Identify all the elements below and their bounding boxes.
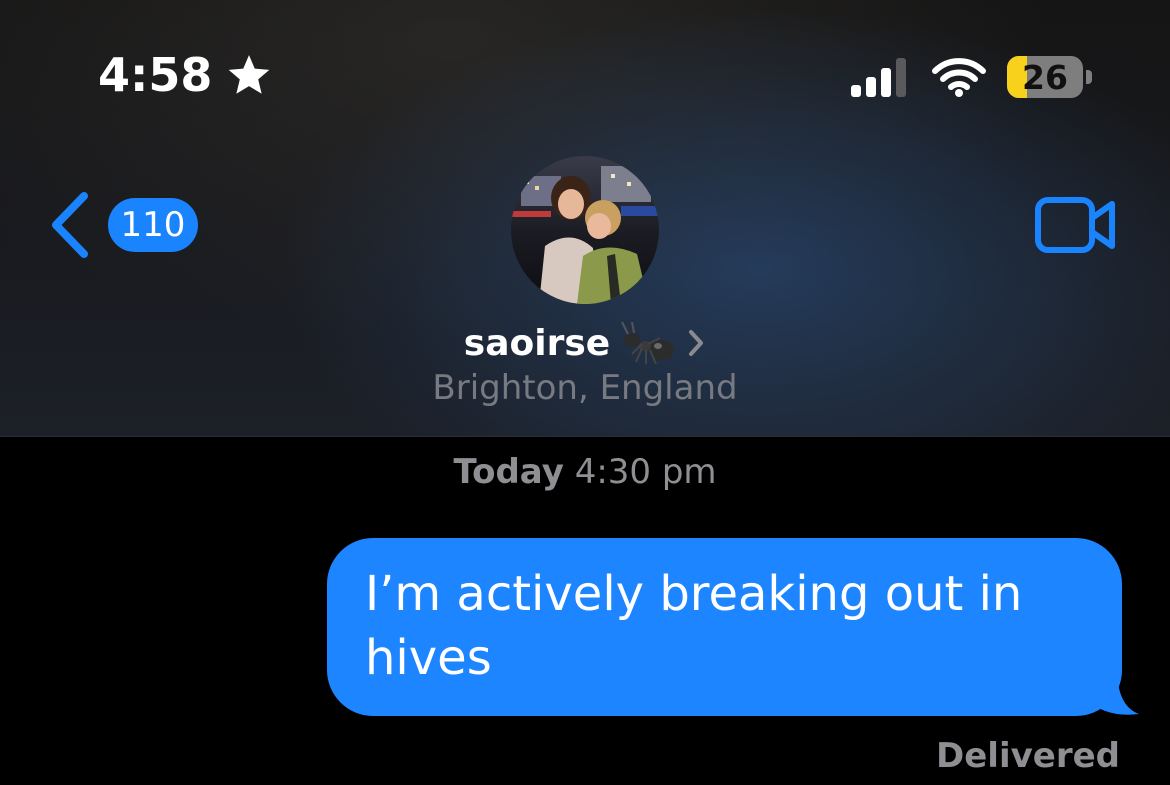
battery-nub <box>1086 70 1092 84</box>
chevron-right-icon <box>689 330 704 356</box>
battery-icon: 26 <box>1007 56 1083 98</box>
status-time-label: 4:58 <box>98 48 213 102</box>
contact-name-button[interactable]: saoirse <box>0 320 1170 366</box>
avatar-photo <box>511 156 659 304</box>
video-camera-icon[interactable] <box>1034 196 1118 254</box>
contact-name: saoirse <box>463 322 611 364</box>
conversation-header: 4:58 26 110 saoirse Brighton, England <box>0 0 1170 437</box>
contact-location: Brighton, England <box>432 368 738 408</box>
messages-screen: 4:58 26 110 saoirse Brighton, England To… <box>0 0 1170 785</box>
status-time: 4:58 <box>98 48 272 102</box>
back-button[interactable]: 110 <box>46 190 198 260</box>
battery-percent: 26 <box>1022 57 1068 97</box>
wifi-icon <box>932 58 986 97</box>
message-bubble-container: I’m actively breaking out in hives <box>327 538 1139 716</box>
contact-avatar[interactable] <box>511 156 659 304</box>
star-icon <box>229 55 270 94</box>
signal-icon <box>851 58 906 97</box>
message-timestamp: Today 4:30 pm <box>0 452 1170 492</box>
ant-icon <box>621 321 675 365</box>
unread-count-badge: 110 <box>108 198 198 252</box>
back-chevron-icon <box>52 192 88 258</box>
outgoing-message-bubble[interactable]: I’m actively breaking out in hives <box>327 538 1122 716</box>
delivery-status: Delivered <box>936 736 1120 776</box>
timestamp-day: Today <box>453 452 564 492</box>
timestamp-time: 4:30 pm <box>574 452 717 492</box>
status-indicators: 26 <box>851 56 1092 98</box>
